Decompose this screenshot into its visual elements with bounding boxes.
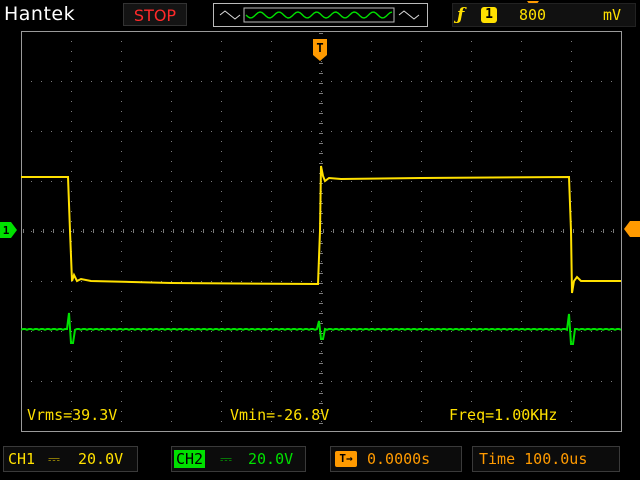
- run-stop-status[interactable]: STOP: [123, 3, 187, 26]
- timebase-settings[interactable]: Time 100.0us: [472, 446, 620, 472]
- memory-position-bar[interactable]: [213, 1, 539, 27]
- horizontal-offset-settings[interactable]: T→ 0.0000s: [330, 446, 462, 472]
- ch1-volts-per-div: 20.0V: [78, 450, 124, 468]
- trigger-level-marker[interactable]: [624, 221, 640, 237]
- horizontal-offset-icon: T→: [335, 451, 357, 467]
- dc-coupling-icon: ⎓: [220, 450, 232, 468]
- ch1-label: CH1: [8, 450, 36, 468]
- ch1-settings[interactable]: CH1 ⎓ 20.0V: [3, 446, 138, 472]
- measurement-vrms: Vrms=39.3V: [27, 406, 118, 424]
- ch2-label: CH2: [174, 450, 206, 468]
- measurement-frequency: Freq=1.00KHz: [449, 406, 558, 424]
- brand-logo: Hantek: [4, 3, 76, 25]
- rising-edge-icon: ƒ: [457, 5, 465, 25]
- trigger-source-badge: 1: [481, 7, 497, 23]
- timebase-value: Time 100.0us: [479, 450, 588, 468]
- trigger-settings-panel[interactable]: ƒ 1 800 mV: [452, 3, 636, 27]
- ch2-settings[interactable]: CH2 ⎓ 20.0V: [171, 446, 306, 472]
- memory-waveform-preview: [219, 7, 420, 23]
- ch2-volts-per-div: 20.0V: [248, 450, 294, 468]
- waveform-display[interactable]: T: [21, 31, 622, 432]
- horizontal-offset-value: 0.0000s: [367, 450, 431, 468]
- trigger-level-unit: mV: [603, 6, 622, 24]
- dc-coupling-icon: ⎓: [48, 450, 60, 468]
- trigger-marker-label: T: [316, 41, 323, 55]
- trigger-level-value: 800: [519, 6, 547, 24]
- measurement-vmin: Vmin=-26.8V: [230, 406, 330, 424]
- ch-ground-label: 1: [3, 224, 10, 237]
- ch1-ground-marker[interactable]: 1: [0, 222, 18, 238]
